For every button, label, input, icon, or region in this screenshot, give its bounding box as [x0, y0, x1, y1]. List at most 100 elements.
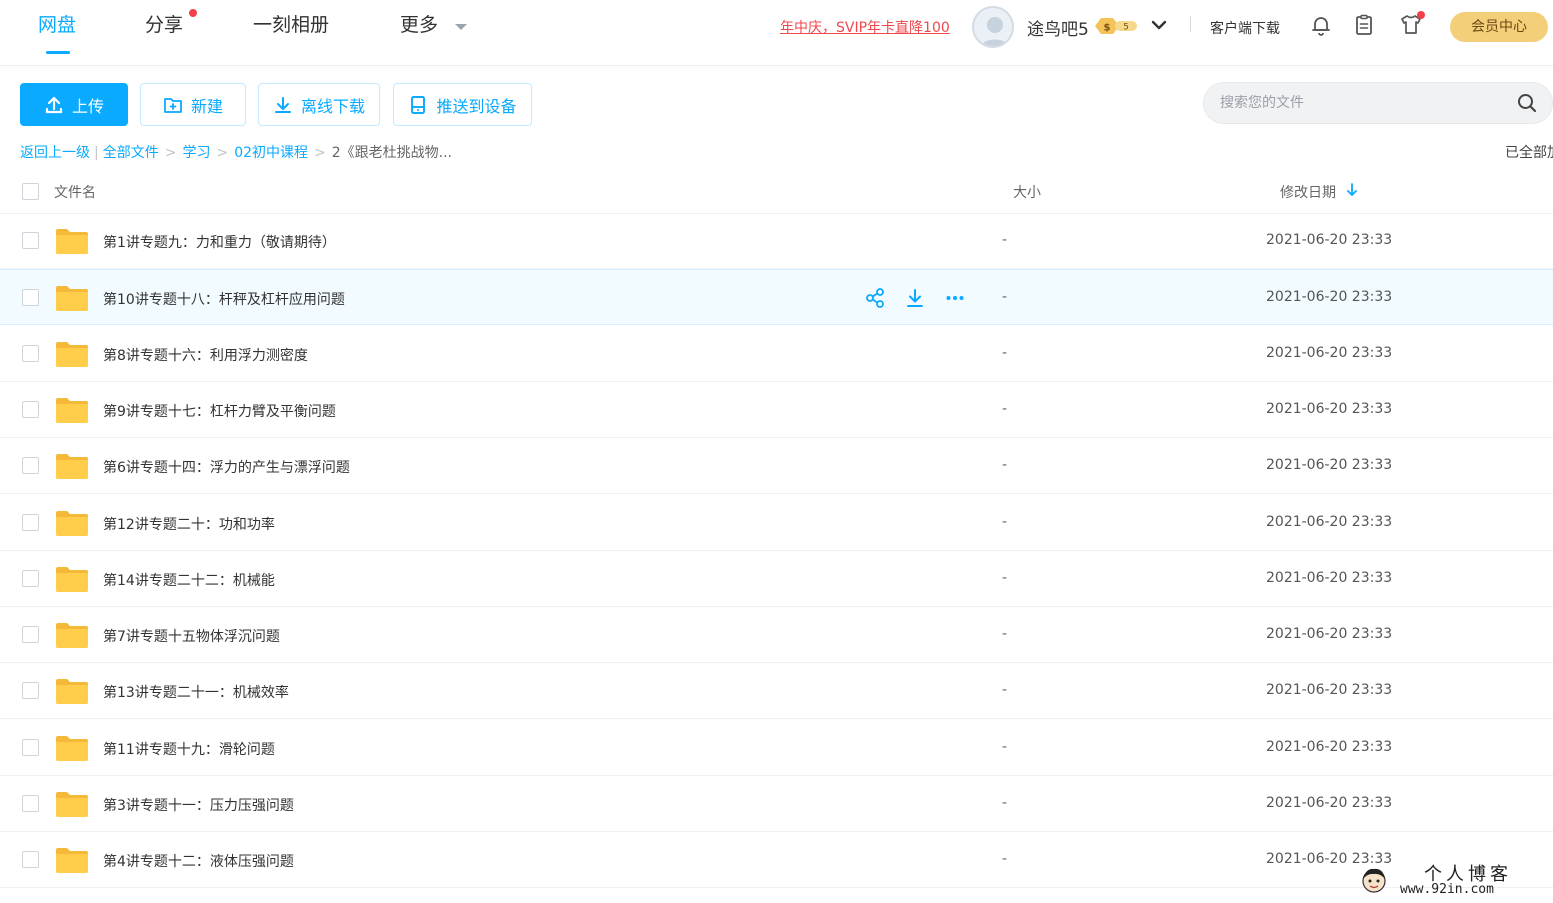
search-input[interactable]: [1220, 92, 1500, 114]
share-icon[interactable]: [864, 287, 886, 309]
row-checkbox[interactable]: [22, 851, 39, 868]
table-row[interactable]: 第6讲专题十四：浮力的产生与漂浮问题 - 2021-06-20 23:33: [0, 438, 1553, 494]
table-row[interactable]: 第1讲专题九：力和重力（敬请期待） - 2021-06-20 23:33: [0, 213, 1553, 269]
modified-date: 2021-06-20 23:33: [1266, 626, 1393, 642]
loaded-status: 已全部加载: [1505, 145, 1553, 161]
row-checkbox[interactable]: [22, 570, 39, 587]
divider: [1190, 16, 1191, 32]
select-all-checkbox[interactable]: [22, 183, 39, 200]
table-row[interactable]: 第9讲专题十七：杠杆力臂及平衡问题 - 2021-06-20 23:33: [0, 382, 1553, 438]
file-name[interactable]: 第7讲专题十五物体浮沉问题: [103, 626, 280, 646]
file-name[interactable]: 第9讲专题十七：杠杆力臂及平衡问题: [103, 401, 336, 421]
tab-album[interactable]: 一刻相册: [253, 12, 329, 42]
caret-down-icon[interactable]: [455, 24, 467, 30]
modified-date: 2021-06-20 23:33: [1266, 795, 1393, 811]
table-row[interactable]: 第10讲专题十八：杆秤及杠杆应用问题 - 2021-06-20 23:33: [0, 269, 1553, 325]
bell-icon[interactable]: [1309, 13, 1333, 37]
vip-level-text: 5: [1123, 23, 1129, 33]
table-row[interactable]: 第4讲专题十二：液体压强问题 -2021-06-20 23:33: [0, 832, 1553, 888]
modified-date: 2021-06-20 23:33: [1266, 570, 1393, 586]
folder-icon: [55, 227, 89, 255]
file-name[interactable]: 第14讲专题二十二：机械能: [103, 570, 275, 590]
folder-icon: [55, 846, 89, 874]
modified-date: 2021-06-20 23:33: [1266, 457, 1393, 473]
promo-link[interactable]: 年中庆，SVIP年卡直降100: [780, 17, 950, 37]
breadcrumb-item[interactable]: 02初中课程: [234, 142, 308, 162]
file-name[interactable]: 第6讲专题十四：浮力的产生与漂浮问题: [103, 457, 350, 477]
breadcrumb-item[interactable]: 学习: [182, 142, 210, 162]
upload-button[interactable]: 上传: [20, 83, 128, 126]
table-row[interactable]: 第14讲专题二十二：机械能 - 2021-06-20 23:33: [0, 551, 1553, 607]
file-name[interactable]: 第8讲专题十六：利用浮力测密度: [103, 345, 308, 365]
push-to-device-label: 推送到设备: [436, 96, 517, 116]
table-row[interactable]: 第13讲专题二十一：机械效率 - 2021-06-20 23:33: [0, 663, 1553, 719]
clipboard-icon[interactable]: [1352, 13, 1376, 37]
folder-icon: [55, 734, 89, 762]
file-name[interactable]: 第1讲专题九：力和重力（敬请期待）: [103, 232, 336, 252]
svg-text:$: $: [1104, 23, 1111, 34]
modified-date: 2021-06-20 23:33: [1266, 345, 1393, 361]
modified-date: 2021-06-20 23:33: [1266, 514, 1393, 530]
more-icon[interactable]: [944, 287, 966, 309]
modified-date: 2021-06-20 23:33: [1266, 739, 1393, 755]
push-to-device-button[interactable]: 推送到设备: [393, 83, 532, 126]
watermark: 个人博客 www.92in.com: [1360, 862, 1550, 900]
file-size: -: [1002, 457, 1008, 473]
file-size: -: [1002, 626, 1008, 642]
row-checkbox[interactable]: [22, 457, 39, 474]
offline-download-button[interactable]: 离线下载: [258, 83, 380, 126]
tab-more[interactable]: 更多: [400, 12, 438, 42]
file-size: -: [1002, 232, 1008, 248]
new-folder-button[interactable]: 新建: [140, 83, 246, 126]
breadcrumb: 返回上一级 | 全部文件 > 学习 >02初中课程 >2《跟老杜挑战物...: [20, 142, 452, 162]
table-row[interactable]: 第7讲专题十五物体浮沉问题 - 2021-06-20 23:33: [0, 607, 1553, 663]
search-box: [1203, 82, 1553, 124]
column-header-name[interactable]: 文件名: [54, 182, 96, 202]
row-checkbox[interactable]: [22, 739, 39, 756]
row-checkbox[interactable]: [22, 626, 39, 643]
folder-icon: [55, 396, 89, 424]
breadcrumb-current: 2《跟老杜挑战物...: [331, 145, 453, 161]
member-center-button[interactable]: 会员中心: [1450, 12, 1548, 42]
search-icon[interactable]: [1516, 92, 1538, 114]
avatar[interactable]: [972, 6, 1014, 48]
breadcrumb-item[interactable]: 全部文件: [103, 142, 159, 162]
sort-down-arrow-icon[interactable]: [1346, 183, 1358, 197]
chevron-down-icon[interactable]: [1150, 16, 1168, 34]
folder-icon: [55, 340, 89, 368]
client-download-link[interactable]: 客户端下载: [1210, 18, 1280, 38]
row-checkbox[interactable]: [22, 401, 39, 418]
watermark-url: www.92in.com: [1400, 882, 1494, 897]
row-actions: [864, 287, 966, 309]
table-row[interactable]: 第12讲专题二十：功和功率 - 2021-06-20 23:33: [0, 495, 1553, 551]
folder-icon: [55, 452, 89, 480]
file-name[interactable]: 第12讲专题二十：功和功率: [103, 514, 275, 534]
row-checkbox[interactable]: [22, 289, 39, 306]
back-link[interactable]: 返回上一级: [20, 142, 90, 162]
vip-level-badge-icon: $ 5: [1095, 18, 1137, 34]
row-checkbox[interactable]: [22, 514, 39, 531]
file-name[interactable]: 第11讲专题十九：滑轮问题: [103, 739, 275, 759]
file-name[interactable]: 第3讲专题十一：压力压强问题: [103, 795, 294, 815]
tab-share[interactable]: 分享: [145, 12, 183, 42]
file-size: -: [1002, 682, 1008, 698]
file-size: -: [1002, 795, 1008, 811]
table-row[interactable]: 第11讲专题十九：滑轮问题 - 2021-06-20 23:33: [0, 720, 1553, 776]
tab-netdisk[interactable]: 网盘: [38, 12, 76, 42]
row-checkbox[interactable]: [22, 345, 39, 362]
file-name[interactable]: 第13讲专题二十一：机械效率: [103, 682, 289, 702]
table-row[interactable]: 第3讲专题十一：压力压强问题 - 2021-06-20 23:33: [0, 776, 1553, 832]
username[interactable]: 途鸟吧5: [1027, 15, 1089, 40]
file-name[interactable]: 第4讲专题十二：液体压强问题: [103, 851, 294, 871]
file-name[interactable]: 第10讲专题十八：杆秤及杠杆应用问题: [103, 289, 345, 309]
breadcrumb-divider: |: [94, 145, 99, 161]
row-checkbox[interactable]: [22, 232, 39, 249]
column-header-modified[interactable]: 修改日期: [1280, 182, 1336, 202]
download-icon[interactable]: [904, 287, 926, 309]
row-checkbox[interactable]: [22, 682, 39, 699]
file-size: -: [1002, 289, 1008, 305]
column-header-size[interactable]: 大小: [1013, 182, 1041, 202]
row-checkbox[interactable]: [22, 795, 39, 812]
table-row[interactable]: 第8讲专题十六：利用浮力测密度 - 2021-06-20 23:33: [0, 326, 1553, 382]
modified-date: 2021-06-20 23:33: [1266, 232, 1393, 248]
